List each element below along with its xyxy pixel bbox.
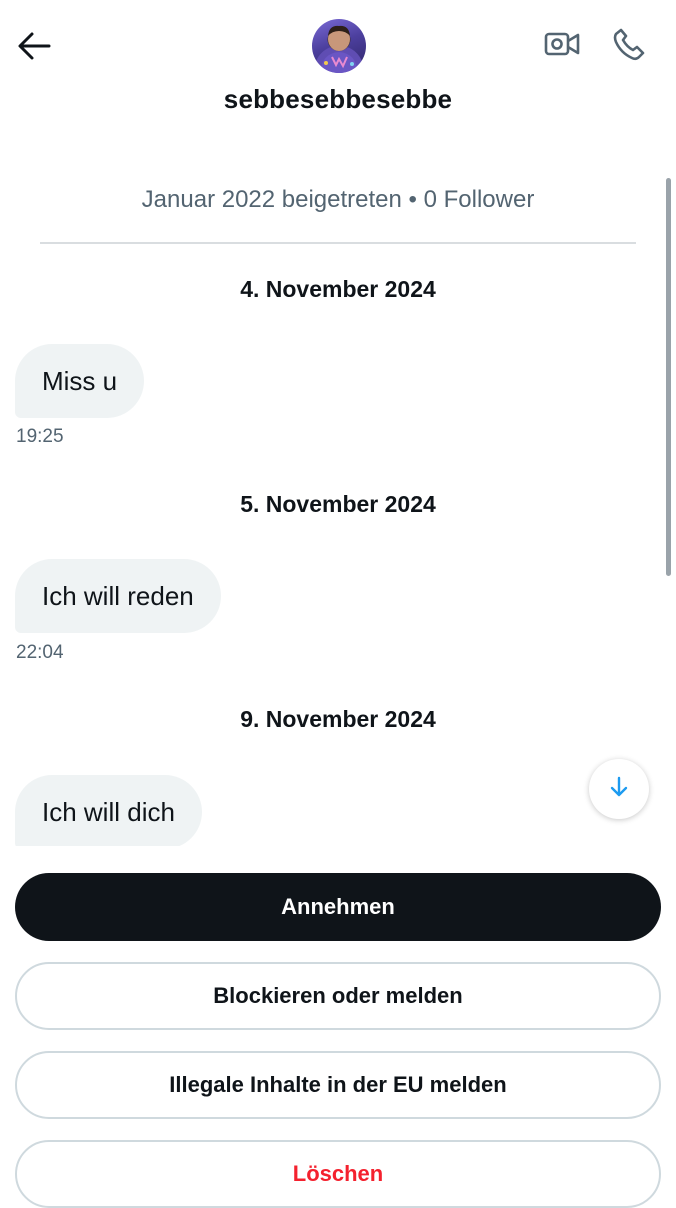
message-bubble[interactable]: Miss u xyxy=(15,344,145,418)
chat-username[interactable]: sebbesebbesebbe xyxy=(0,84,676,115)
back-button[interactable] xyxy=(14,28,54,68)
date-separator: 4. November 2024 xyxy=(240,276,436,302)
date-separator: 9. November 2024 xyxy=(240,706,436,732)
divider xyxy=(40,242,636,244)
message-bubble[interactable]: Ich will dich xyxy=(15,775,202,849)
video-call-button[interactable] xyxy=(542,26,582,66)
message-bubble[interactable]: Ich will reden xyxy=(15,559,221,633)
message-timestamp: 22:04 xyxy=(16,642,64,663)
delete-button[interactable]: Löschen xyxy=(15,1140,661,1208)
date-separator: 5. November 2024 xyxy=(240,491,436,517)
phone-icon xyxy=(612,27,646,66)
message-timestamp: 19:25 xyxy=(16,426,64,447)
video-camera-icon xyxy=(543,29,581,64)
voice-call-button[interactable] xyxy=(609,26,649,66)
accept-button[interactable]: Annehmen xyxy=(15,873,661,941)
avatar[interactable] xyxy=(312,19,366,73)
arrow-down-icon xyxy=(609,776,629,803)
report-illegal-content-eu-button[interactable]: Illegale Inhalte in der EU melden xyxy=(15,1051,661,1119)
block-or-report-button[interactable]: Blockieren oder melden xyxy=(15,962,661,1030)
scroll-to-bottom-button[interactable] xyxy=(589,759,649,819)
profile-info: Januar 2022 beigetreten • 0 Follower xyxy=(141,186,535,213)
arrow-left-icon xyxy=(17,31,51,66)
